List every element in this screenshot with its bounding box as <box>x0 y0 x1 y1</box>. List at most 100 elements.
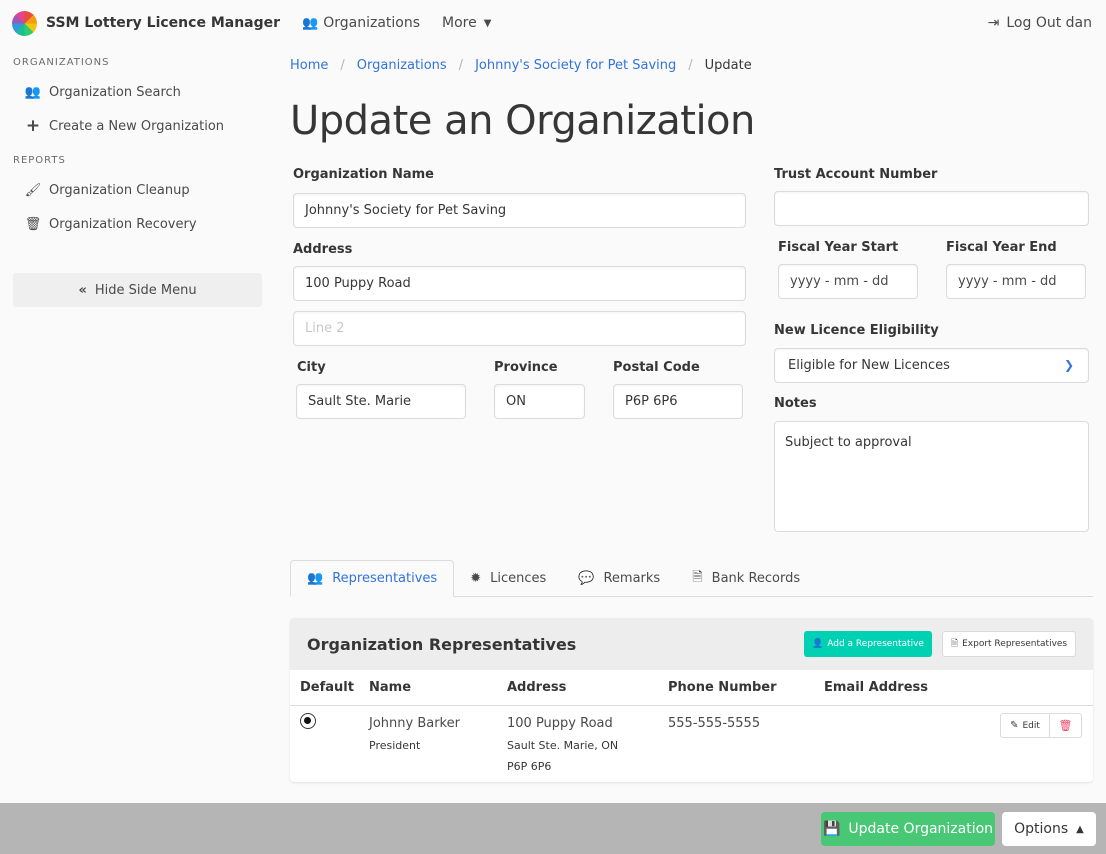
page-title: Update an Organization <box>290 98 755 144</box>
column-header-name: Name <box>369 680 412 695</box>
tab-licences[interactable]: ✹ Licences <box>454 560 562 597</box>
province-label: Province <box>494 360 558 375</box>
export-representatives-label: Export Representatives <box>962 639 1068 649</box>
file-invoice-dollar-icon: 🗎 <box>692 569 703 585</box>
sidebar: Organizations 👥 Organization Search + Cr… <box>0 46 275 307</box>
tab-label: Representatives <box>332 571 438 586</box>
logout-link[interactable]: ⇥ Log Out dan <box>988 15 1092 31</box>
chevron-down-icon: ❯ <box>1063 358 1074 372</box>
fiscal-year-start-input[interactable]: yyyy - mm - dd <box>778 264 918 299</box>
update-organization-button[interactable]: 💾 Update Organization <box>821 812 995 846</box>
footer-action-bar: 💾 Update Organization Options ▲ <box>0 803 1106 854</box>
column-header-address: Address <box>507 680 567 695</box>
plus-icon: + <box>25 116 41 136</box>
column-header-phone: Phone Number <box>668 680 777 695</box>
representative-name: Johnny Barker <box>369 716 460 731</box>
postal-code-input[interactable]: P6P 6P6 <box>613 384 743 419</box>
address-label: Address <box>293 242 353 257</box>
address-line1-input[interactable]: 100 Puppy Road <box>293 266 746 301</box>
edit-representative-button[interactable]: ✎ Edit <box>1000 713 1050 738</box>
edit-label: Edit <box>1022 720 1040 731</box>
tab-label: Licences <box>490 571 547 586</box>
chevron-down-icon: ▼ <box>483 17 492 29</box>
double-chevron-left-icon: « <box>78 282 87 298</box>
tab-bank-records[interactable]: 🗎 Bank Records <box>676 560 816 597</box>
tab-label: Remarks <box>603 571 661 586</box>
address-line2-input[interactable]: Line 2 <box>293 311 746 346</box>
sidebar-item-organization-search[interactable]: 👥 Organization Search <box>24 75 275 109</box>
certificate-icon: ✹ <box>470 571 482 586</box>
fiscal-year-start-label: Fiscal Year Start <box>778 240 899 255</box>
sidebar-item-create-organization[interactable]: + Create a New Organization <box>24 109 275 143</box>
sidebar-item-label: Organization Recovery <box>49 216 197 232</box>
breadcrumb-current: Update <box>704 58 752 73</box>
tab-remarks[interactable]: 💬 Remarks <box>562 560 676 597</box>
tab-label: Bank Records <box>711 571 801 586</box>
representative-address-line3: P6P 6P6 <box>507 760 552 773</box>
nav-more-dropdown[interactable]: More ▼ <box>442 15 491 31</box>
fiscal-year-end-input[interactable]: yyyy - mm - dd <box>946 264 1086 299</box>
tab-representatives[interactable]: 👥 Representatives <box>290 560 455 597</box>
users-icon: 👥 <box>24 84 42 100</box>
brand-logo-icon <box>12 10 37 36</box>
save-icon: 💾 <box>822 821 841 837</box>
hide-side-menu-label: Hide Side Menu <box>94 282 197 298</box>
users-icon: 👥 <box>302 15 319 31</box>
org-name-input[interactable]: Johnny's Society for Pet Saving <box>293 193 746 228</box>
export-representatives-button[interactable]: 🗎 Export Representatives <box>942 631 1076 657</box>
delete-representative-button[interactable]: 🗑 <box>1050 713 1082 738</box>
postal-code-label: Postal Code <box>613 360 700 375</box>
representative-address-line1: 100 Puppy Road <box>507 716 613 731</box>
table-header-divider <box>290 705 1093 706</box>
hide-side-menu-button[interactable]: « Hide Side Menu <box>13 273 262 307</box>
brand[interactable]: SSM Lottery Licence Manager <box>12 10 281 36</box>
file-export-icon: 🗎 <box>950 639 959 649</box>
menu-label-reports: Reports <box>13 155 66 166</box>
add-representative-label: Add a Representative <box>827 639 924 649</box>
tabs: 👥 Representatives ✹ Licences 💬 Remarks 🗎… <box>290 560 1093 597</box>
default-representative-radio[interactable] <box>300 713 316 729</box>
notes-textarea[interactable]: Subject to approval <box>774 421 1089 532</box>
breadcrumb-separator: / <box>340 58 345 73</box>
eligibility-select[interactable]: Eligible for New Licences ❯ <box>774 348 1089 383</box>
logout-label: Log Out dan <box>1006 15 1092 31</box>
representatives-panel: Organization Representatives 👤 Add a Rep… <box>290 618 1093 782</box>
trash-restore-icon: 🗑 <box>24 216 42 232</box>
sidebar-item-label: Create a New Organization <box>49 118 225 134</box>
nav-organizations[interactable]: 👥 Organizations <box>302 15 420 31</box>
eligibility-selected-value: Eligible for New Licences <box>788 358 950 373</box>
options-label: Options <box>1014 821 1069 837</box>
sidebar-item-organization-cleanup[interactable]: 🖌 Organization Cleanup <box>24 173 275 207</box>
sidebar-item-label: Organization Search <box>49 84 181 100</box>
city-input[interactable]: Sault Ste. Marie <box>296 384 466 419</box>
add-representative-button[interactable]: 👤 Add a Representative <box>804 631 932 657</box>
province-input[interactable]: ON <box>494 384 585 419</box>
chevron-up-icon: ▲ <box>1076 823 1084 835</box>
menu-label-organizations: Organizations <box>13 57 110 68</box>
pencil-icon: ✎ <box>1010 720 1019 731</box>
breadcrumb-home[interactable]: Home <box>290 58 328 73</box>
eligibility-label: New Licence Eligibility <box>774 323 939 338</box>
trust-account-label: Trust Account Number <box>774 167 938 182</box>
sign-out-icon: ⇥ <box>987 15 1000 31</box>
breadcrumb: Home / Organizations / Johnny's Society … <box>290 58 752 73</box>
sidebar-item-organization-recovery[interactable]: 🗑 Organization Recovery <box>24 207 275 241</box>
column-header-email: Email Address <box>824 680 929 695</box>
sidebar-item-label: Organization Cleanup <box>49 182 190 198</box>
top-navbar: SSM Lottery Licence Manager 👥 Organizati… <box>0 0 1106 46</box>
column-header-default: Default <box>300 680 354 695</box>
options-dropdown-button[interactable]: Options ▲ <box>1002 812 1096 846</box>
representative-phone: 555-555-5555 <box>668 716 761 731</box>
brand-name: SSM Lottery Licence Manager <box>46 15 281 31</box>
user-plus-icon: 👤 <box>812 639 824 649</box>
nav-organizations-label: Organizations <box>323 15 421 31</box>
fiscal-year-end-label: Fiscal Year End <box>946 240 1057 255</box>
breadcrumb-organizations[interactable]: Organizations <box>357 58 447 73</box>
representative-title: President <box>369 739 421 752</box>
trust-account-input[interactable] <box>774 191 1089 226</box>
breadcrumb-organization[interactable]: Johnny's Society for Pet Saving <box>475 58 676 73</box>
users-icon: 👥 <box>307 571 324 586</box>
org-name-label: Organization Name <box>293 167 434 182</box>
notes-label: Notes <box>774 396 817 411</box>
breadcrumb-separator: / <box>688 58 693 73</box>
